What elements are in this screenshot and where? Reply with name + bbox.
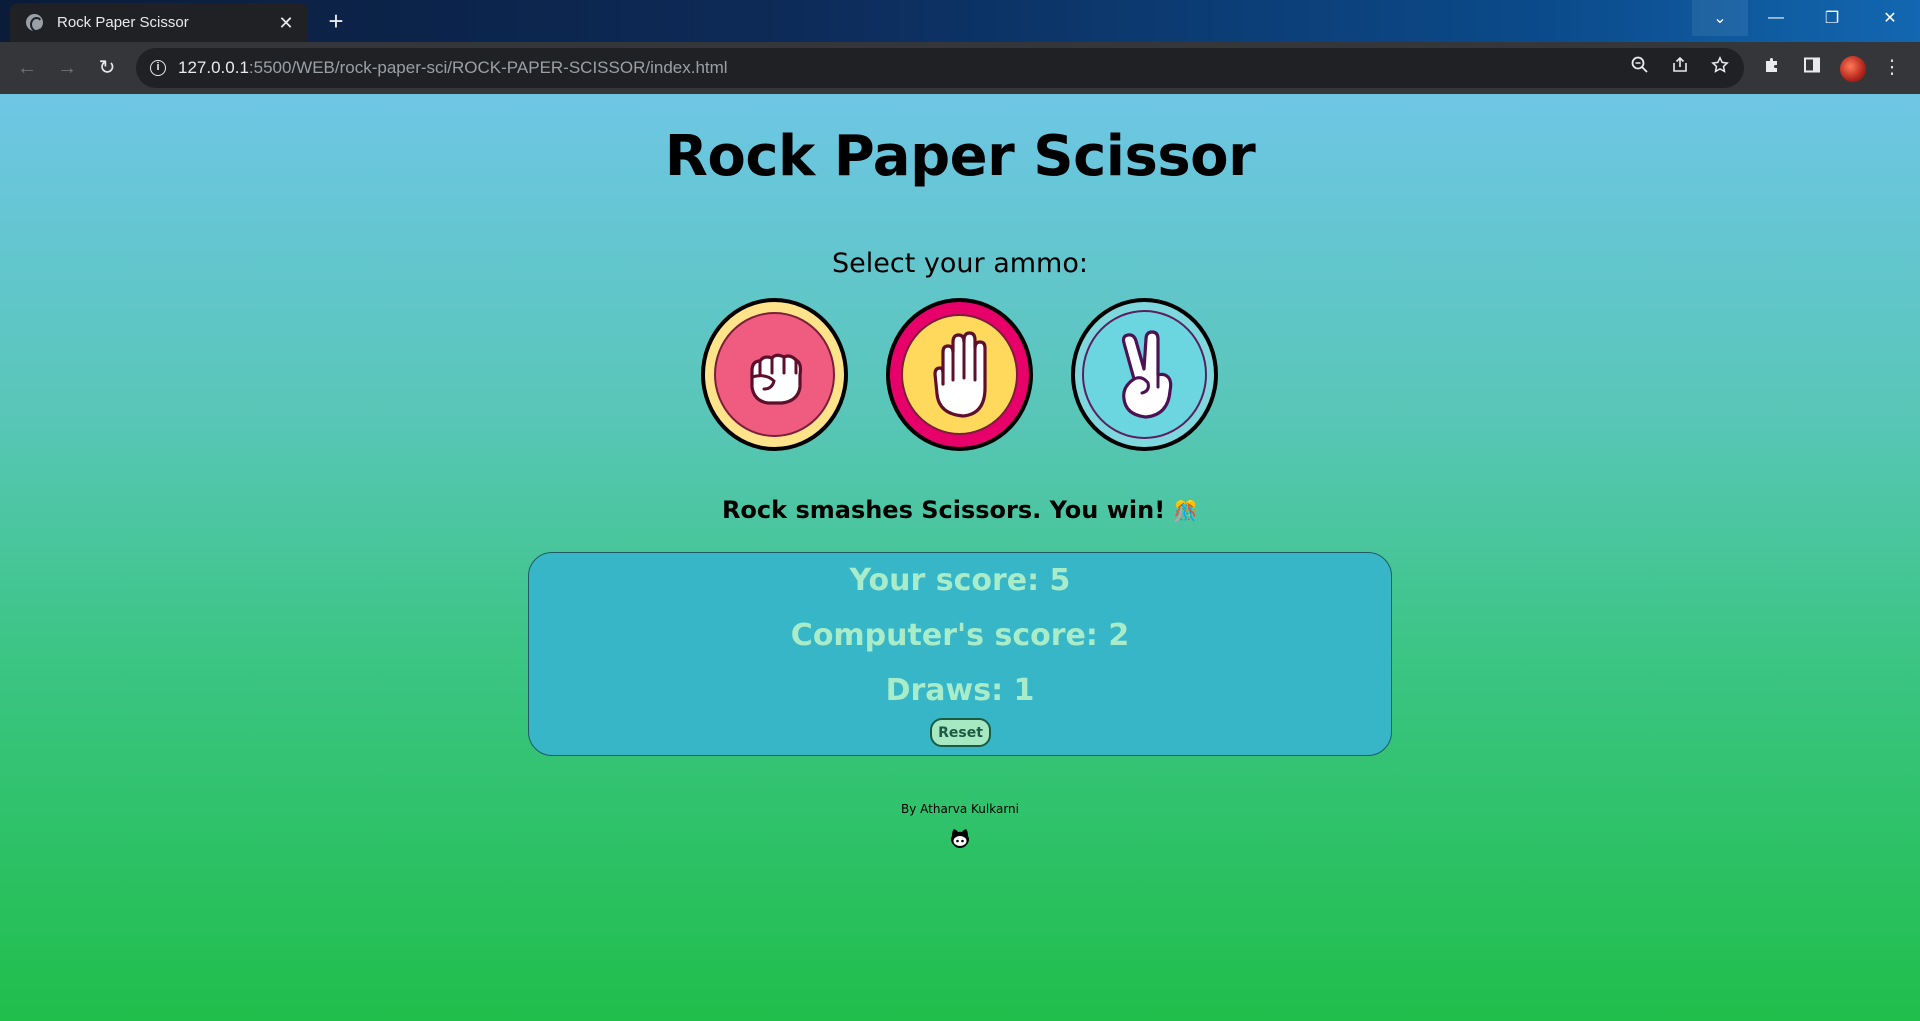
site-info-icon[interactable]: i — [150, 60, 166, 76]
rock-button[interactable] — [701, 298, 848, 451]
new-tab-button[interactable]: + — [322, 8, 350, 36]
scissor-button[interactable] — [1071, 298, 1218, 451]
url-text[interactable]: 127.0.0.1:5500/WEB/rock-paper-sci/ROCK-P… — [178, 58, 728, 78]
computer-score: Computer's score: 2 — [790, 618, 1130, 653]
close-tab-icon[interactable]: ✕ — [276, 13, 296, 33]
minimize-button[interactable]: — — [1748, 0, 1804, 36]
close-window-button[interactable]: ✕ — [1862, 0, 1918, 36]
ammo-label: Select your ammo: — [832, 248, 1088, 279]
author-byline: By Atharva Kulkarni — [901, 802, 1019, 816]
reset-button[interactable]: Reset — [930, 718, 991, 747]
draws-count: Draws: 1 — [885, 673, 1035, 708]
github-icon[interactable] — [948, 827, 972, 851]
browser-toolbar: ← → ↻ i 127.0.0.1:5500/WEB/rock-paper-sc… — [0, 42, 1920, 94]
result-text: Rock smashes Scissors. You win! — [721, 496, 1166, 524]
round-result: Rock smashes Scissors. You win! 🎊 — [0, 496, 1920, 524]
paper-button[interactable] — [886, 298, 1033, 451]
browser-tab[interactable]: Rock Paper Scissor ✕ — [10, 3, 308, 42]
tab-title: Rock Paper Scissor — [57, 14, 189, 31]
menu-kebab-icon[interactable]: ⋮ — [1880, 56, 1904, 80]
restore-button[interactable]: ❐ — [1804, 0, 1860, 36]
scoreboard: Your score: 5 Computer's score: 2 Draws:… — [528, 552, 1392, 756]
profile-avatar[interactable] — [1840, 56, 1866, 82]
back-button[interactable]: ← — [11, 52, 43, 84]
rock-fist-icon — [749, 353, 802, 405]
tab-search-dropdown-button[interactable]: ⌄ — [1692, 0, 1748, 36]
reload-button[interactable]: ↻ — [91, 52, 123, 84]
side-panel-icon[interactable] — [1800, 56, 1824, 80]
paper-hand-icon — [932, 330, 987, 418]
your-score: Your score: 5 — [849, 563, 1071, 598]
globe-icon — [26, 14, 43, 32]
scissor-hand-icon — [1121, 329, 1172, 419]
extensions-icon[interactable] — [1760, 56, 1784, 80]
page-title: Rock Paper Scissor — [664, 124, 1256, 189]
zoom-icon[interactable] — [1628, 56, 1652, 80]
confetti-icon: 🎊 — [1173, 499, 1199, 523]
browser-titlebar: Rock Paper Scissor ✕ + ⌄ — ❐ ✕ — [0, 0, 1920, 42]
page-viewport: Rock Paper Scissor Select your ammo: Roc… — [0, 94, 1920, 1021]
share-icon[interactable] — [1668, 56, 1692, 80]
forward-button[interactable]: → — [51, 52, 83, 84]
address-bar[interactable]: i 127.0.0.1:5500/WEB/rock-paper-sci/ROCK… — [136, 48, 1744, 88]
bookmark-star-icon[interactable] — [1708, 56, 1732, 80]
